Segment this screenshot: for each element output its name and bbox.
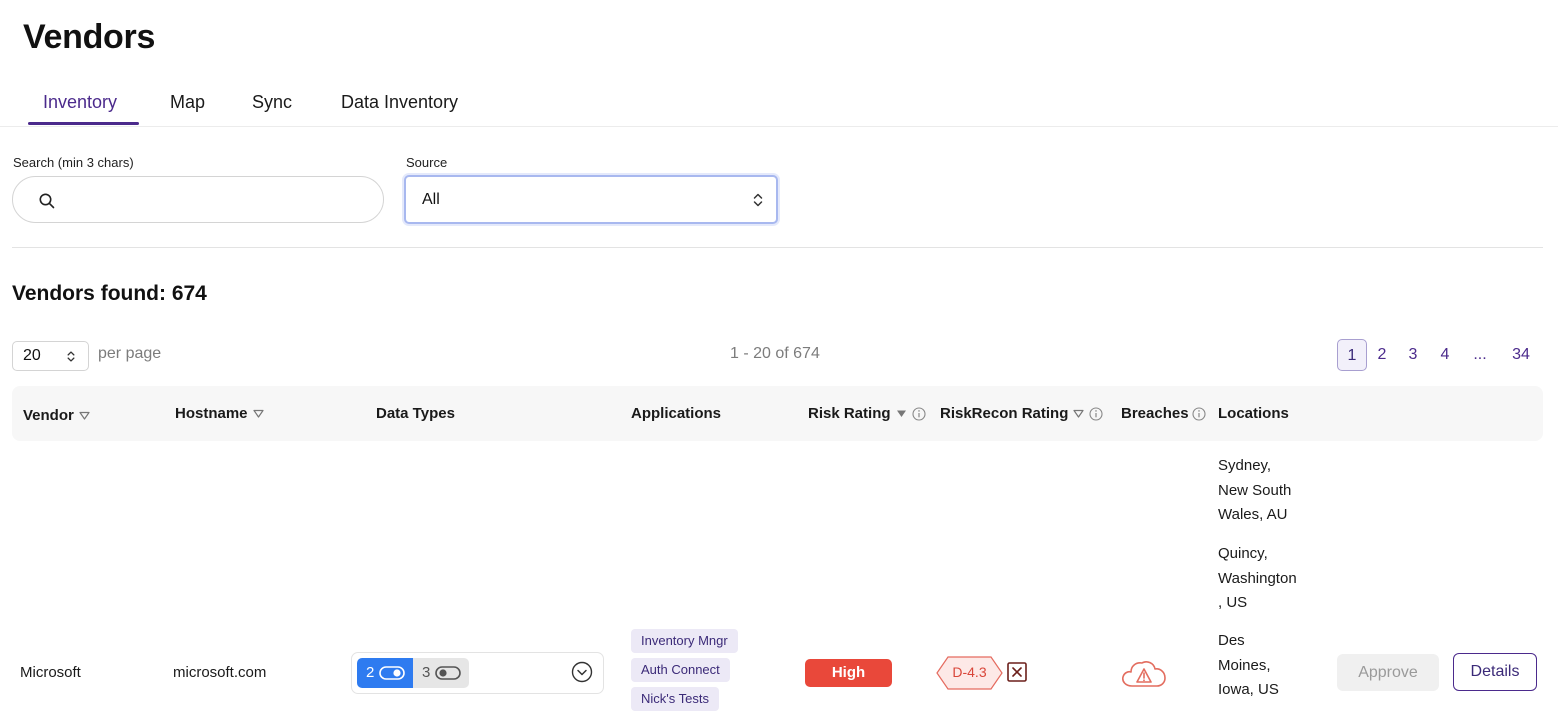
search-label: Search (min 3 chars) [13,155,134,170]
per-page-label: per page [98,345,162,362]
source-select[interactable]: All [404,175,778,224]
results-range: 1 - 20 of 674 [730,345,820,362]
column-header-vendor[interactable]: Vendor [23,407,90,424]
column-header-hostname[interactable]: Hostname [175,405,264,422]
sort-down-filled-icon [896,410,906,417]
location-entry: Sydney, New South Wales, AU [1218,457,1292,523]
section-divider [12,247,1543,248]
enabled-data-types-pill[interactable]: 2 [357,658,413,688]
page-ellipsis: ... [1473,346,1487,363]
chevron-up-down-icon [67,351,75,362]
toggle-on-icon [379,666,405,680]
column-header-applications: Applications [631,405,722,422]
search-field[interactable] [12,176,384,223]
page-3-button[interactable]: 3 [1402,339,1424,371]
sort-down-icon [1073,409,1084,418]
close-box-icon[interactable] [1007,662,1027,682]
tab-data-inventory[interactable]: Data Inventory [341,92,458,124]
enabled-data-types-count: 2 [366,664,375,681]
table-header: Vendor Hostname Data Types Applications … [12,386,1543,441]
column-header-locations: Locations [1218,405,1289,422]
column-header-riskrecon-rating[interactable]: RiskRecon Rating [940,405,1103,422]
toggle-off-icon [435,666,461,680]
disabled-data-types-count: 3 [422,664,431,681]
disabled-data-types-pill[interactable]: 3 [413,658,469,688]
cloud-warning-icon [1122,661,1166,687]
info-icon[interactable] [1191,406,1206,421]
page-4-button[interactable]: 4 [1434,339,1456,371]
risk-rating-badge: High [805,659,892,687]
info-icon[interactable] [1089,406,1103,421]
per-page-value: 20 [23,347,41,364]
chevron-down-circle-icon[interactable] [571,661,593,683]
page-34-button[interactable]: 34 [1506,339,1536,371]
vendor-name: Microsoft [20,664,81,681]
sort-down-icon [79,411,90,420]
vendors-page: Vendors Inventory Map Sync Data Inventor… [0,0,1558,716]
tab-map[interactable]: Map [170,92,205,124]
location-entry: Quincy, Washington , US [1218,545,1297,611]
chevron-up-down-icon [753,193,763,207]
per-page-select[interactable]: 20 [12,341,89,371]
search-input[interactable] [61,187,361,213]
search-icon [39,193,55,209]
page-1-button[interactable]: 1 [1337,339,1367,371]
application-tag: Nick's Tests [631,687,719,711]
application-tag: Inventory Mngr [631,629,738,653]
details-button[interactable]: Details [1453,653,1537,691]
data-types-selector[interactable]: 2 3 [351,652,604,694]
application-tag: Auth Connect [631,658,730,682]
location-entry: Des Moines, Iowa, US [1218,632,1279,698]
vendors-found-title: Vendors found: 674 [12,282,207,305]
source-label: Source [406,155,448,170]
column-header-breaches: Breaches [1121,405,1206,422]
active-tab-indicator [28,122,139,125]
page-2-button[interactable]: 2 [1371,339,1393,371]
column-header-data-types: Data Types [376,405,455,422]
source-select-value: All [422,191,440,208]
tab-bar: Inventory Map Sync Data Inventory [0,84,1558,127]
column-header-risk-rating[interactable]: Risk Rating [808,405,926,422]
approve-button[interactable]: Approve [1337,654,1439,691]
info-icon[interactable] [911,406,926,421]
vendor-hostname: microsoft.com [173,664,267,681]
sort-down-icon [252,409,264,418]
tab-inventory[interactable]: Inventory [43,92,117,124]
page-title: Vendors [23,18,156,56]
tab-sync[interactable]: Sync [252,92,292,124]
riskrecon-rating-value: D-4.3 [952,664,987,680]
